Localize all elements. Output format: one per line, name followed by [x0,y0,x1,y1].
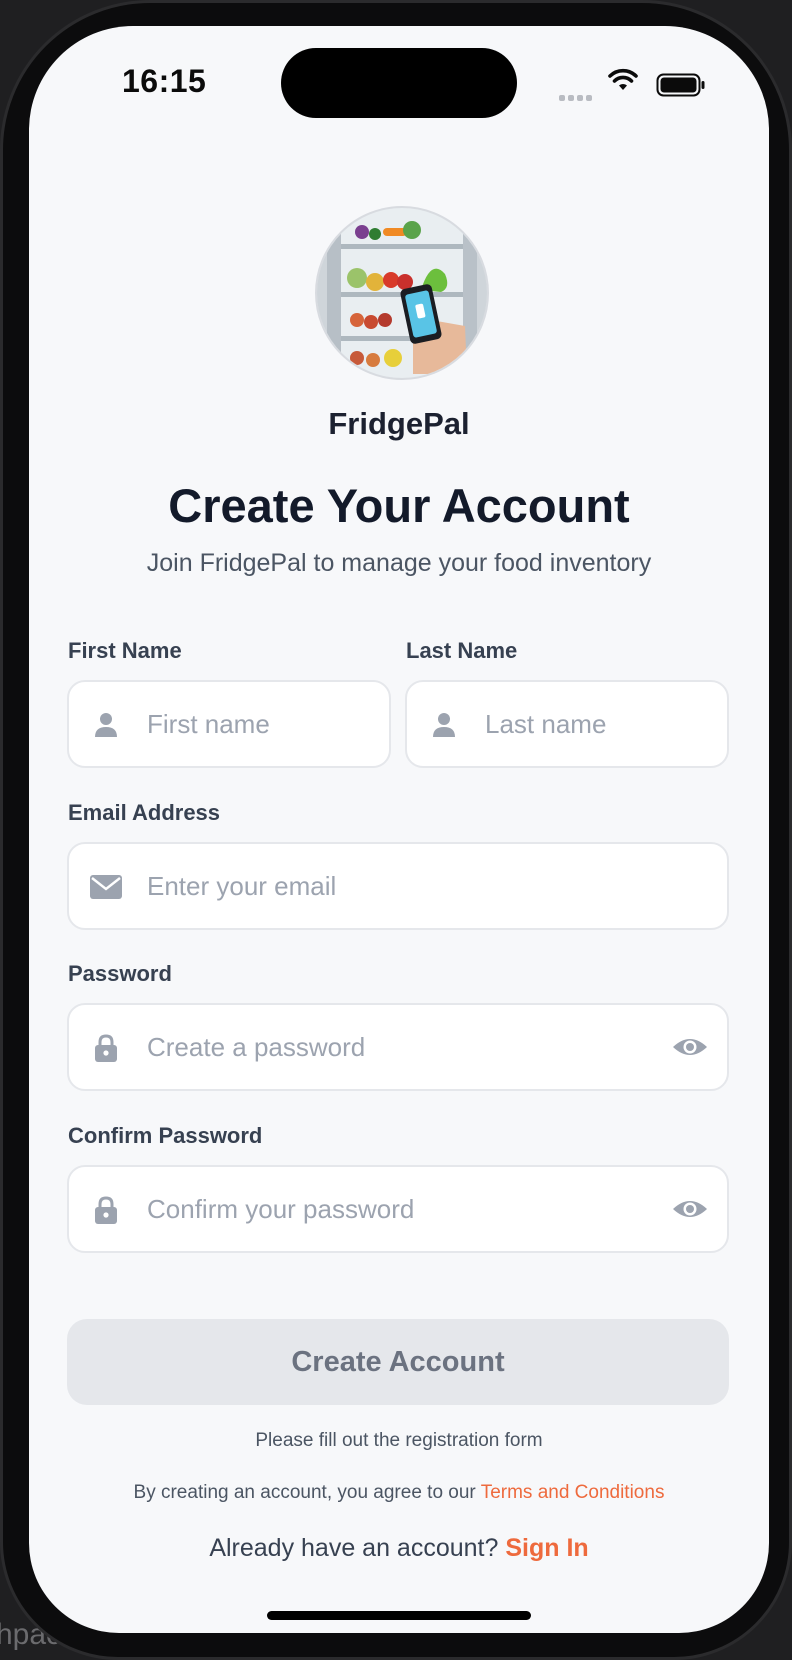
app-name: FridgePal [328,406,470,441]
confirm-password-input[interactable] [147,1167,607,1251]
last-name-field[interactable] [405,680,729,768]
person-icon [95,713,117,737]
sign-in-link[interactable]: Sign In [505,1534,588,1562]
password-label: Password [68,961,172,986]
dynamic-island [281,48,517,118]
signal-icon [559,88,595,106]
password-input[interactable] [147,1005,607,1089]
battery-icon [656,73,705,97]
password-field[interactable] [67,1003,729,1091]
confirm-password-field[interactable] [67,1165,729,1253]
home-indicator[interactable] [267,1611,531,1620]
eye-icon[interactable] [671,1193,709,1225]
page-title: Create Your Account [168,479,630,532]
email-field[interactable] [67,842,729,930]
last-name-input[interactable] [485,682,715,766]
email-input[interactable] [147,844,607,928]
eye-icon[interactable] [671,1031,709,1063]
signin-prefix: Already have an account? [209,1534,506,1562]
lock-icon [95,1196,117,1224]
first-name-field[interactable] [67,680,391,768]
page-subtitle: Join FridgePal to manage your food inven… [146,549,652,577]
person-icon [433,713,455,737]
first-name-label: First Name [68,638,182,663]
status-time: 16:15 [122,63,207,99]
form-hint: Please fill out the registration form [255,1430,543,1451]
mail-icon [90,875,122,899]
wifi-icon [608,68,638,90]
terms-link[interactable]: Terms and Conditions [481,1482,665,1503]
terms-notice: By creating an account, you agree to our… [29,1482,769,1504]
create-account-button[interactable]: Create Account [67,1319,729,1405]
app-logo-image [315,206,489,380]
signin-prompt: Already have an account? Sign In [29,1534,769,1563]
terms-prefix: By creating an account, you agree to our [133,1482,481,1503]
email-label: Email Address [68,800,221,825]
last-name-label: Last Name [406,638,518,663]
confirm-password-label: Confirm Password [68,1123,263,1148]
lock-icon [95,1034,117,1062]
app-screen: 16:15 FridgePal Create Your Account Join… [29,26,769,1633]
first-name-input[interactable] [147,682,377,766]
